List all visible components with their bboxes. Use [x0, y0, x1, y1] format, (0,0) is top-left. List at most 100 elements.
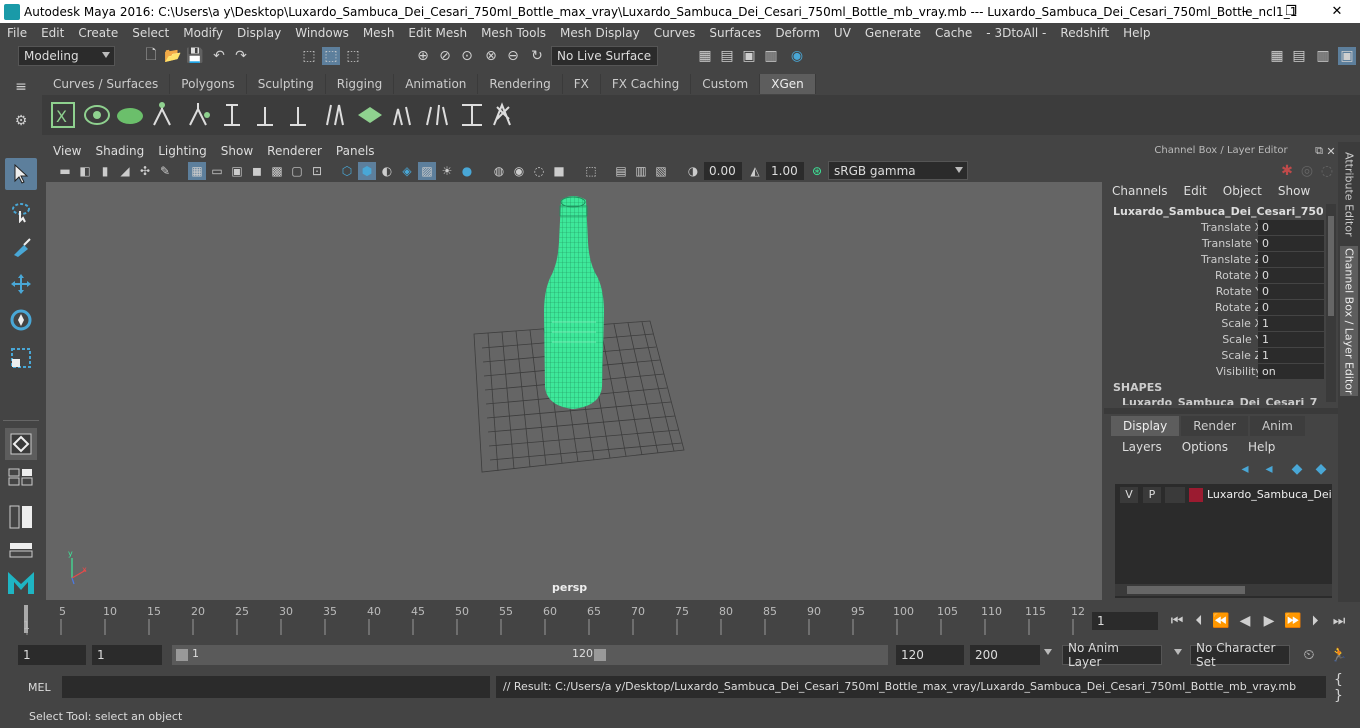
- ipr-render-icon[interactable]: ▣: [740, 47, 758, 65]
- attr-translate-y[interactable]: Translate Y0: [1104, 236, 1326, 252]
- panel-menu-renderer[interactable]: Renderer: [260, 142, 329, 160]
- panel-menu-show[interactable]: Show: [214, 142, 260, 160]
- animation-end-field[interactable]: 200: [970, 645, 1040, 665]
- range-slider[interactable]: 1 120: [172, 645, 610, 665]
- camera-attributes-icon[interactable]: ◧: [76, 162, 94, 180]
- viewport-scene[interactable]: x y: [46, 182, 1102, 600]
- menu-uv[interactable]: UV: [827, 26, 858, 40]
- shadows-icon[interactable]: ●: [458, 162, 476, 180]
- attr-rotate-y[interactable]: Rotate Y0: [1104, 284, 1326, 300]
- make-live-icon[interactable]: ↻: [528, 47, 546, 65]
- save-scene-icon[interactable]: 💾: [186, 47, 204, 65]
- layer-tab-anim[interactable]: Anim: [1249, 416, 1305, 436]
- maximize-button[interactable]: ❐: [1268, 0, 1314, 23]
- anim-layer-caret-icon[interactable]: [1044, 649, 1052, 655]
- panel-menu-panels[interactable]: Panels: [329, 142, 382, 160]
- xray-icon[interactable]: ▨: [418, 162, 436, 180]
- menu-3dtoall[interactable]: - 3DtoAll -: [979, 26, 1053, 40]
- attr-value[interactable]: on: [1258, 364, 1324, 379]
- bookmark-icon[interactable]: ▮: [96, 162, 114, 180]
- snap-curve-icon[interactable]: ⊘: [436, 47, 454, 65]
- script-editor-icon[interactable]: { }: [1334, 672, 1352, 704]
- menu-cache[interactable]: Cache: [928, 26, 979, 40]
- attr-value[interactable]: 0: [1258, 252, 1324, 267]
- safe-action-icon[interactable]: ▢: [288, 162, 306, 180]
- field-chart-icon[interactable]: ▩: [268, 162, 286, 180]
- shelf-menu-icon[interactable]: ≡: [12, 78, 30, 96]
- tool-settings-toggle-icon[interactable]: ▥: [1314, 47, 1332, 65]
- character-set-dropdown[interactable]: No Character Set: [1190, 641, 1290, 669]
- new-layer-selected-icon[interactable]: ◆: [1312, 460, 1330, 478]
- graph-layout-button[interactable]: [5, 540, 37, 560]
- channel-sync-icon[interactable]: ◎: [1298, 162, 1316, 180]
- menu-display[interactable]: Display: [230, 26, 288, 40]
- panel-menu-lighting[interactable]: Lighting: [151, 142, 214, 160]
- attr-translate-x[interactable]: Translate X0: [1104, 220, 1326, 236]
- shape-node-name[interactable]: Luxardo_Sambuca_Dei_Cesari_750ml...: [1122, 397, 1318, 405]
- undo-icon[interactable]: ↶: [210, 47, 228, 65]
- channel-display-icon[interactable]: ◌: [1318, 162, 1336, 180]
- playback-end-field[interactable]: 120: [896, 645, 964, 665]
- tab-channel-box-layer-editor[interactable]: Channel Box / Layer Editor: [1340, 246, 1358, 396]
- select-object-icon[interactable]: ⬚: [322, 47, 340, 65]
- attr-value[interactable]: 1: [1258, 348, 1324, 363]
- gamma-field[interactable]: 1.00: [766, 162, 804, 180]
- step-back-frame-icon[interactable]: ⏴: [1190, 612, 1208, 630]
- resolution-gate-icon[interactable]: ▣: [228, 162, 246, 180]
- motion-blur-icon[interactable]: ◉: [510, 162, 528, 180]
- step-back-key-icon[interactable]: ⏪: [1212, 612, 1230, 630]
- snap-point-icon[interactable]: ⊙: [458, 47, 476, 65]
- shelf-tab-rigging[interactable]: Rigging: [325, 74, 395, 94]
- layer-color-swatch[interactable]: [1189, 488, 1203, 502]
- shelf-tab-curves-surfaces[interactable]: Curves / Surfaces: [42, 74, 171, 94]
- shelf-tab-polygons[interactable]: Polygons: [170, 74, 247, 94]
- shelf-tab-animation[interactable]: Animation: [394, 74, 479, 94]
- layer-menu-options[interactable]: Options: [1172, 440, 1238, 458]
- current-frame-field[interactable]: 1: [1092, 612, 1158, 630]
- screen-space-ao-icon[interactable]: ◍: [490, 162, 508, 180]
- new-scene-icon[interactable]: 🗋: [142, 47, 160, 65]
- cb-menu-edit[interactable]: Edit: [1176, 184, 1215, 202]
- shelf-gear-icon[interactable]: ⚙: [12, 112, 30, 130]
- attribute-editor-toggle-icon[interactable]: ▤: [1290, 47, 1308, 65]
- shelf-tab-rendering[interactable]: Rendering: [478, 74, 563, 94]
- auto-key-icon[interactable]: ⏲: [1300, 646, 1318, 664]
- play-backwards-icon[interactable]: ◀: [1236, 612, 1254, 630]
- exposure-field[interactable]: 0.00: [704, 162, 742, 180]
- tab-attribute-editor[interactable]: Attribute Editor: [1340, 148, 1358, 240]
- attr-value[interactable]: 0: [1258, 268, 1324, 283]
- menu-generate[interactable]: Generate: [858, 26, 928, 40]
- rotate-tool-button[interactable]: [5, 304, 37, 336]
- snap-grid-icon[interactable]: ⊕: [414, 47, 432, 65]
- xray-joints-icon[interactable]: ▤: [612, 162, 630, 180]
- panel-menu-shading[interactable]: Shading: [88, 142, 151, 160]
- mel-command-input[interactable]: [62, 676, 490, 698]
- scale-tool-button[interactable]: [5, 342, 37, 374]
- depth-of-field-icon[interactable]: ■: [550, 162, 568, 180]
- attr-value[interactable]: 1: [1258, 316, 1324, 331]
- shelf-tab-xgen[interactable]: XGen: [760, 74, 816, 94]
- panel-splitter[interactable]: [1104, 408, 1338, 414]
- menu-create[interactable]: Create: [71, 26, 125, 40]
- attr-value[interactable]: 0: [1258, 300, 1324, 315]
- playback-start-field[interactable]: 1: [92, 645, 162, 665]
- channel-box-scrollbar[interactable]: [1326, 204, 1336, 402]
- menu-mesh[interactable]: Mesh: [356, 26, 402, 40]
- snap-view-icon[interactable]: ⊗: [482, 47, 500, 65]
- menu-help[interactable]: Help: [1116, 26, 1157, 40]
- layer-menu-layers[interactable]: Layers: [1112, 440, 1172, 458]
- menu-mesh-tools[interactable]: Mesh Tools: [474, 26, 553, 40]
- lasso-tool-button[interactable]: [5, 196, 37, 228]
- film-gate-icon[interactable]: ▭: [208, 162, 226, 180]
- layer-name[interactable]: Luxardo_Sambuca_Dei_C: [1207, 486, 1331, 504]
- grease-pencil-icon[interactable]: ✎: [156, 162, 174, 180]
- menu-edit[interactable]: Edit: [34, 26, 71, 40]
- layer-tab-display[interactable]: Display: [1111, 416, 1180, 436]
- menu-surfaces[interactable]: Surfaces: [702, 26, 768, 40]
- menu-edit-mesh[interactable]: Edit Mesh: [401, 26, 474, 40]
- attr-rotate-x[interactable]: Rotate X0: [1104, 268, 1326, 284]
- menu-curves[interactable]: Curves: [647, 26, 703, 40]
- attr-translate-z[interactable]: Translate Z0: [1104, 252, 1326, 268]
- render-settings-icon[interactable]: ▥: [762, 47, 780, 65]
- smooth-shade-icon[interactable]: ⬢: [358, 162, 376, 180]
